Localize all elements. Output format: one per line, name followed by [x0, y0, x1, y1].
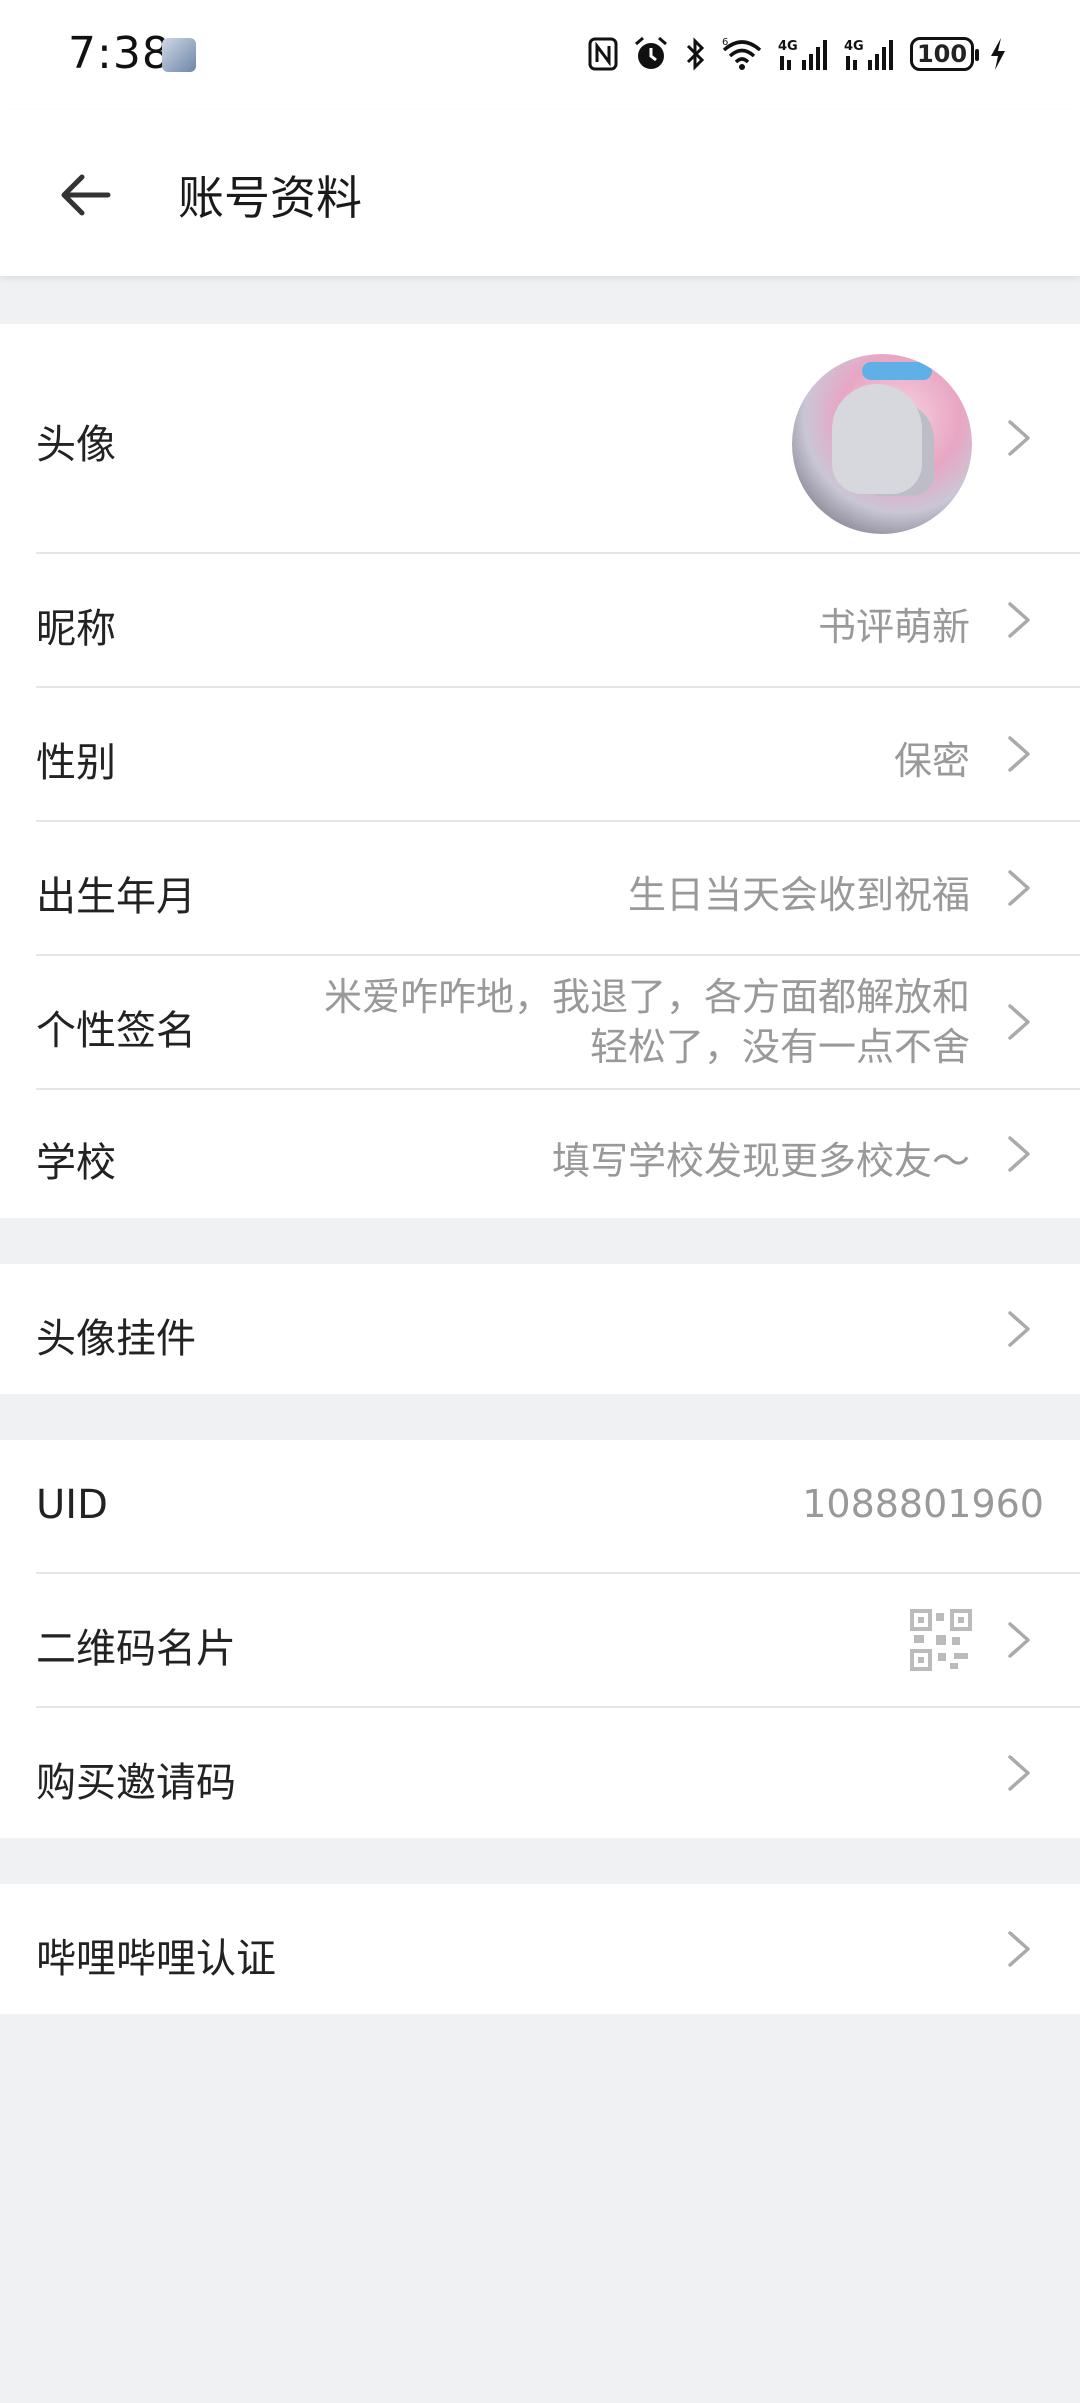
gender-value: 保密 — [893, 739, 970, 783]
chevron-right-icon — [1008, 1755, 1030, 1791]
chevron-right-icon — [1008, 1622, 1030, 1658]
pendant-section: 头像挂件 — [0, 1264, 1080, 1394]
alarm-icon — [632, 32, 670, 76]
chevron-right-icon — [1008, 1004, 1030, 1040]
page-title: 账号资料 — [178, 171, 362, 225]
invite-label: 购买邀请码 — [36, 1760, 236, 1806]
svg-text:4G: 4G — [844, 39, 864, 54]
chevron-right-icon — [1008, 1311, 1030, 1347]
qrcode-label: 二维码名片 — [36, 1626, 236, 1672]
gender-row[interactable]: 性别 保密 — [0, 688, 1080, 820]
gender-label: 性别 — [36, 740, 116, 786]
uid-row: UID 1088801960 — [0, 1440, 1080, 1572]
bilibili-cert-row[interactable]: 哔哩哔哩认证 — [0, 1884, 1080, 2014]
qr-code-icon — [910, 1609, 972, 1671]
birthday-row[interactable]: 出生年月 生日当天会收到祝福 — [0, 822, 1080, 954]
school-label: 学校 — [36, 1140, 116, 1186]
signature-label: 个性签名 — [36, 1008, 196, 1054]
bluetooth-icon — [684, 32, 706, 76]
school-value: 填写学校发现更多校友～ — [551, 1139, 970, 1183]
avatar — [792, 354, 972, 534]
chevron-right-icon — [1008, 870, 1030, 906]
uid-label: UID — [36, 1482, 108, 1528]
wifi-icon: 6 — [720, 32, 764, 76]
battery-icon: 100 — [910, 32, 979, 76]
invite-code-row[interactable]: 购买邀请码 — [0, 1708, 1080, 1838]
battery-level: 100 — [910, 37, 979, 71]
profile-section: 头像 昵称 书评萌新 性别 保密 出生年月 生日当天会收到祝福 个性签名 米爱咋… — [0, 324, 1080, 1218]
uid-value: 1088801960 — [802, 1482, 1044, 1526]
back-button[interactable] — [50, 160, 120, 230]
certification-section: 哔哩哔哩认证 — [0, 1884, 1080, 2014]
school-row[interactable]: 学校 填写学校发现更多校友～ — [0, 1090, 1080, 1218]
status-icons: 6 4G 4G 100 — [588, 30, 1008, 78]
avatar-row[interactable]: 头像 — [0, 324, 1080, 552]
avatar-label: 头像 — [36, 422, 116, 468]
status-time: 7:38 — [68, 28, 171, 79]
nickname-row[interactable]: 昵称 书评萌新 — [0, 554, 1080, 686]
account-section: UID 1088801960 二维码名片 购买邀请码 — [0, 1440, 1080, 1838]
chevron-right-icon — [1008, 602, 1030, 638]
pendant-label: 头像挂件 — [36, 1316, 196, 1362]
svg-text:4G: 4G — [778, 39, 798, 54]
avatar-pendant-row[interactable]: 头像挂件 — [0, 1264, 1080, 1394]
chevron-right-icon — [1008, 1136, 1030, 1172]
charging-icon — [988, 32, 1008, 76]
birthday-value: 生日当天会收到祝福 — [627, 873, 970, 917]
app-bar: 账号资料 — [0, 110, 1080, 276]
nfc-icon — [588, 32, 618, 76]
chevron-right-icon — [1008, 420, 1030, 456]
nickname-label: 昵称 — [36, 606, 116, 652]
notification-avatar-icon — [162, 38, 196, 72]
back-arrow-icon — [61, 174, 111, 216]
signal-4g-icon: 4G — [778, 32, 830, 76]
status-bar: 7:38 6 4G 4G 100 — [0, 0, 1080, 110]
qrcode-row[interactable]: 二维码名片 — [0, 1574, 1080, 1706]
svg-text:6: 6 — [722, 37, 728, 48]
signal-4g-icon: 4G — [844, 32, 896, 76]
signature-value: 米爱咋咋地，我退了，各方面都解放和 轻松了，没有一点不舍 — [250, 972, 970, 1072]
signature-line-2: 轻松了，没有一点不舍 — [589, 1025, 970, 1069]
chevron-right-icon — [1008, 1931, 1030, 1967]
signature-line-1: 米爱咋咋地，我退了，各方面都解放和 — [323, 975, 970, 1019]
birthday-label: 出生年月 — [36, 874, 196, 920]
nickname-value: 书评萌新 — [817, 605, 970, 649]
signature-row[interactable]: 个性签名 米爱咋咋地，我退了，各方面都解放和 轻松了，没有一点不舍 — [0, 956, 1080, 1088]
cert-label: 哔哩哔哩认证 — [36, 1936, 276, 1982]
chevron-right-icon — [1008, 736, 1030, 772]
